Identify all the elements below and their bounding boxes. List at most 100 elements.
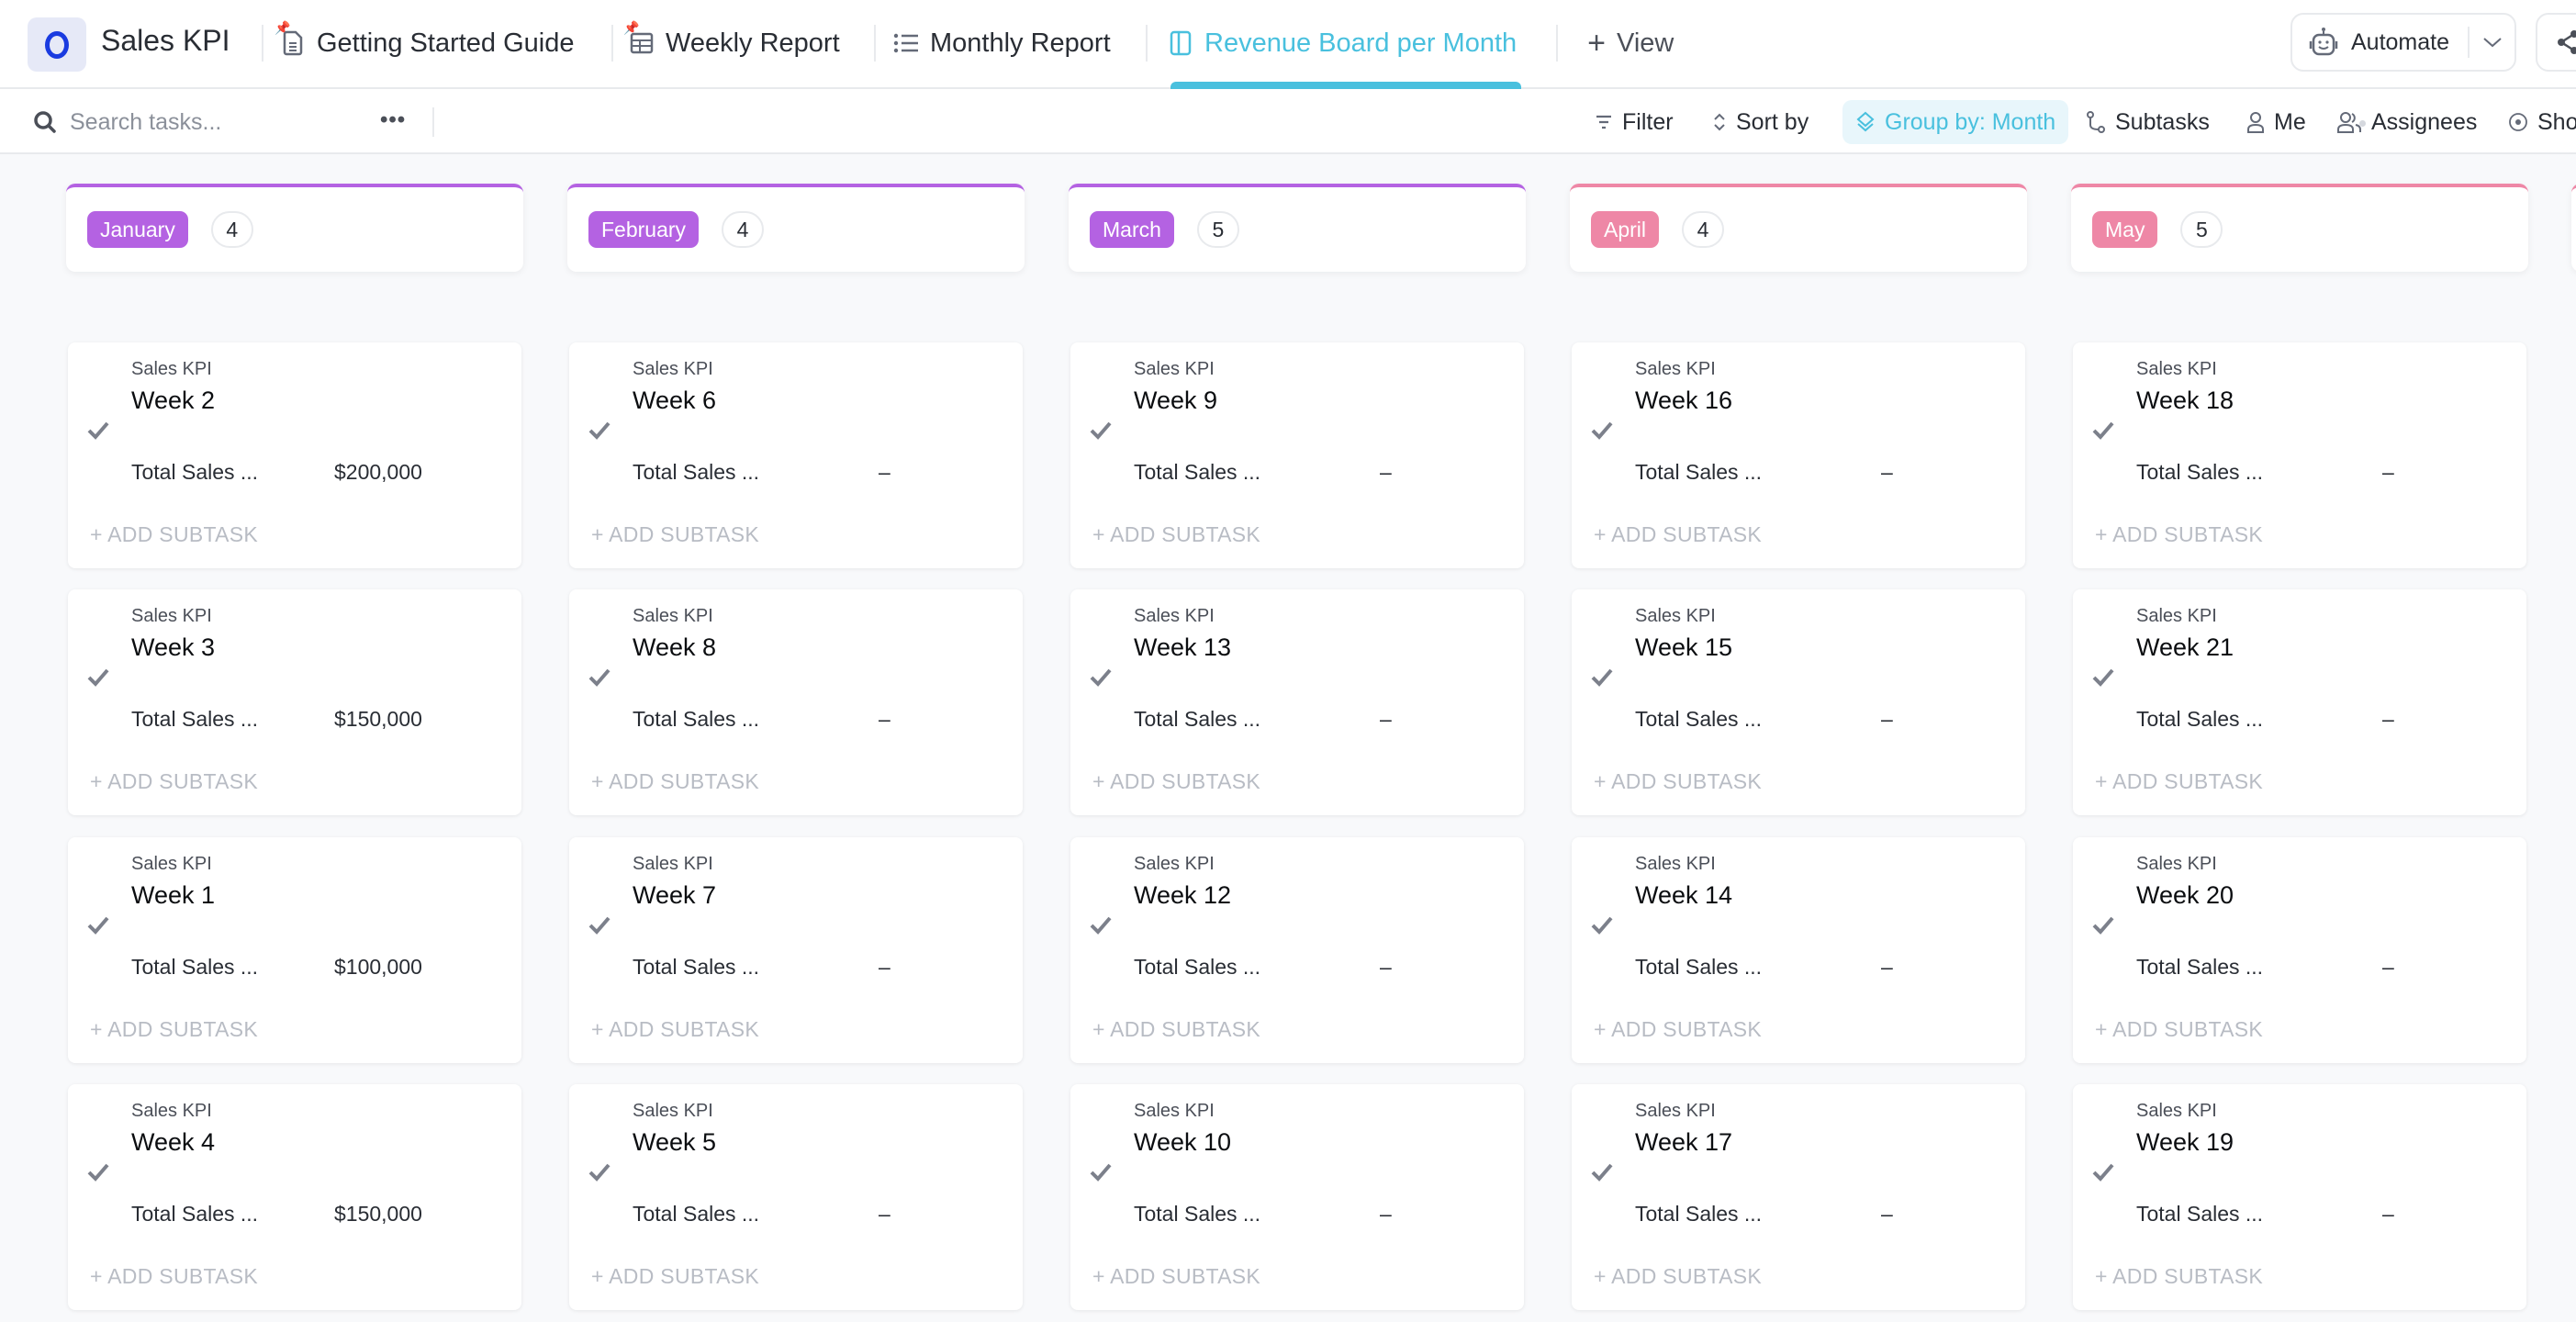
check-icon[interactable] xyxy=(1089,913,1113,936)
sort-button[interactable]: Sort by xyxy=(1712,100,1809,144)
task-title[interactable]: Week 9 xyxy=(1134,387,1217,415)
task-title[interactable]: Week 7 xyxy=(633,881,716,910)
month-badge[interactable]: February xyxy=(588,211,700,248)
check-icon[interactable] xyxy=(2091,1160,2115,1183)
task-title[interactable]: Week 8 xyxy=(633,633,716,662)
add-subtask-button[interactable]: + ADD SUBTASK xyxy=(1092,1017,1260,1042)
show-button[interactable]: Sho xyxy=(2508,100,2576,144)
total-sales-value[interactable]: $200,000 xyxy=(334,460,422,485)
task-title[interactable]: Week 18 xyxy=(2136,387,2234,415)
check-icon[interactable] xyxy=(2091,665,2115,689)
check-icon[interactable] xyxy=(86,1160,110,1183)
task-card[interactable]: Sales KPI Week 10 Total Sales ... – + AD… xyxy=(1070,1084,1524,1310)
task-card[interactable]: Sales KPI Week 19 Total Sales ... – + AD… xyxy=(2073,1084,2526,1310)
task-title[interactable]: Week 13 xyxy=(1134,633,1231,662)
task-card[interactable]: Sales KPI Week 2 Total Sales ... $200,00… xyxy=(68,342,521,568)
add-subtask-button[interactable]: + ADD SUBTASK xyxy=(1092,1264,1260,1289)
check-icon[interactable] xyxy=(2091,913,2115,936)
task-card[interactable]: Sales KPI Week 20 Total Sales ... – + AD… xyxy=(2073,837,2526,1063)
task-title[interactable]: Week 2 xyxy=(131,387,215,415)
task-card[interactable]: Sales KPI Week 5 Total Sales ... – + ADD… xyxy=(569,1084,1023,1310)
add-subtask-button[interactable]: + ADD SUBTASK xyxy=(591,1264,759,1289)
task-card[interactable]: Sales KPI Week 1 Total Sales ... $100,00… xyxy=(68,837,521,1063)
add-subtask-button[interactable]: + ADD SUBTASK xyxy=(1594,1264,1762,1289)
task-title[interactable]: Week 19 xyxy=(2136,1128,2234,1157)
total-sales-value[interactable]: – xyxy=(879,955,890,980)
month-badge[interactable]: January xyxy=(87,211,188,248)
add-subtask-button[interactable]: + ADD SUBTASK xyxy=(591,522,759,547)
tab-monthly-report[interactable]: Monthly Report xyxy=(893,20,1111,66)
add-subtask-button[interactable]: + ADD SUBTASK xyxy=(1594,1017,1762,1042)
task-card[interactable]: Sales KPI Week 17 Total Sales ... – + AD… xyxy=(1572,1084,2025,1310)
assignees-button[interactable]: Assignees xyxy=(2336,100,2477,144)
task-title[interactable]: Week 6 xyxy=(633,387,716,415)
check-icon[interactable] xyxy=(588,418,611,442)
task-title[interactable]: Week 16 xyxy=(1635,387,1732,415)
check-icon[interactable] xyxy=(1590,913,1614,936)
task-title[interactable]: Week 4 xyxy=(131,1128,215,1157)
total-sales-value[interactable]: – xyxy=(2382,1202,2394,1227)
task-title[interactable]: Week 12 xyxy=(1134,881,1231,910)
check-icon[interactable] xyxy=(86,665,110,689)
chevron-down-icon[interactable] xyxy=(2482,36,2503,49)
task-card[interactable]: Sales KPI Week 16 Total Sales ... – + AD… xyxy=(1572,342,2025,568)
check-icon[interactable] xyxy=(1590,1160,1614,1183)
automate-button[interactable]: Automate xyxy=(2290,13,2516,72)
add-subtask-button[interactable]: + ADD SUBTASK xyxy=(1594,522,1762,547)
task-card[interactable]: Sales KPI Week 13 Total Sales ... – + AD… xyxy=(1070,589,1524,815)
tab-getting-started-guide[interactable]: 📌 Getting Started Guide xyxy=(274,20,575,66)
check-icon[interactable] xyxy=(1590,418,1614,442)
task-title[interactable]: Week 1 xyxy=(131,881,215,910)
task-title[interactable]: Week 15 xyxy=(1635,633,1732,662)
check-icon[interactable] xyxy=(588,1160,611,1183)
filter-button[interactable]: Filter xyxy=(1595,100,1674,144)
check-icon[interactable] xyxy=(86,418,110,442)
task-card[interactable]: Sales KPI Week 21 Total Sales ... – + AD… xyxy=(2073,589,2526,815)
search-input[interactable] xyxy=(70,108,373,136)
task-title[interactable]: Week 21 xyxy=(2136,633,2234,662)
add-subtask-button[interactable]: + ADD SUBTASK xyxy=(591,769,759,794)
total-sales-value[interactable]: – xyxy=(1380,1202,1392,1227)
space-icon[interactable] xyxy=(28,17,86,72)
add-subtask-button[interactable]: + ADD SUBTASK xyxy=(1092,522,1260,547)
total-sales-value[interactable]: – xyxy=(1380,707,1392,732)
add-subtask-button[interactable]: + ADD SUBTASK xyxy=(90,1264,258,1289)
subtasks-button[interactable]: Subtasks xyxy=(2086,100,2210,144)
task-card[interactable]: Sales KPI Week 4 Total Sales ... $150,00… xyxy=(68,1084,521,1310)
add-subtask-button[interactable]: + ADD SUBTASK xyxy=(1594,769,1762,794)
space-title[interactable]: Sales KPI xyxy=(101,24,230,58)
task-title[interactable]: Week 14 xyxy=(1635,881,1732,910)
me-filter-button[interactable]: Me xyxy=(2246,100,2306,144)
task-card[interactable]: Sales KPI Week 8 Total Sales ... – + ADD… xyxy=(569,589,1023,815)
group-by-button[interactable]: Group by: Month xyxy=(1842,100,2069,144)
total-sales-value[interactable]: $150,000 xyxy=(334,1202,422,1227)
task-title[interactable]: Week 3 xyxy=(131,633,215,662)
task-title[interactable]: Week 17 xyxy=(1635,1128,1732,1157)
total-sales-value[interactable]: $150,000 xyxy=(334,707,422,732)
add-subtask-button[interactable]: + ADD SUBTASK xyxy=(1092,769,1260,794)
check-icon[interactable] xyxy=(588,665,611,689)
share-button[interactable] xyxy=(2536,13,2576,72)
add-subtask-button[interactable]: + ADD SUBTASK xyxy=(90,1017,258,1042)
add-subtask-button[interactable]: + ADD SUBTASK xyxy=(2095,769,2263,794)
total-sales-value[interactable]: – xyxy=(879,1202,890,1227)
add-subtask-button[interactable]: + ADD SUBTASK xyxy=(90,769,258,794)
total-sales-value[interactable]: – xyxy=(1881,955,1893,980)
total-sales-value[interactable]: – xyxy=(1881,707,1893,732)
check-icon[interactable] xyxy=(1590,665,1614,689)
check-icon[interactable] xyxy=(1089,1160,1113,1183)
task-card[interactable]: Sales KPI Week 14 Total Sales ... – + AD… xyxy=(1572,837,2025,1063)
add-subtask-button[interactable]: + ADD SUBTASK xyxy=(2095,1264,2263,1289)
task-card[interactable]: Sales KPI Week 18 Total Sales ... – + AD… xyxy=(2073,342,2526,568)
task-title[interactable]: Week 20 xyxy=(2136,881,2234,910)
check-icon[interactable] xyxy=(1089,418,1113,442)
task-title[interactable]: Week 10 xyxy=(1134,1128,1231,1157)
check-icon[interactable] xyxy=(86,913,110,936)
add-subtask-button[interactable]: + ADD SUBTASK xyxy=(591,1017,759,1042)
check-icon[interactable] xyxy=(1089,665,1113,689)
task-title[interactable]: Week 5 xyxy=(633,1128,716,1157)
task-card[interactable]: Sales KPI Week 12 Total Sales ... – + AD… xyxy=(1070,837,1524,1063)
search-box[interactable] xyxy=(33,105,373,140)
total-sales-value[interactable]: – xyxy=(2382,955,2394,980)
add-subtask-button[interactable]: + ADD SUBTASK xyxy=(2095,522,2263,547)
